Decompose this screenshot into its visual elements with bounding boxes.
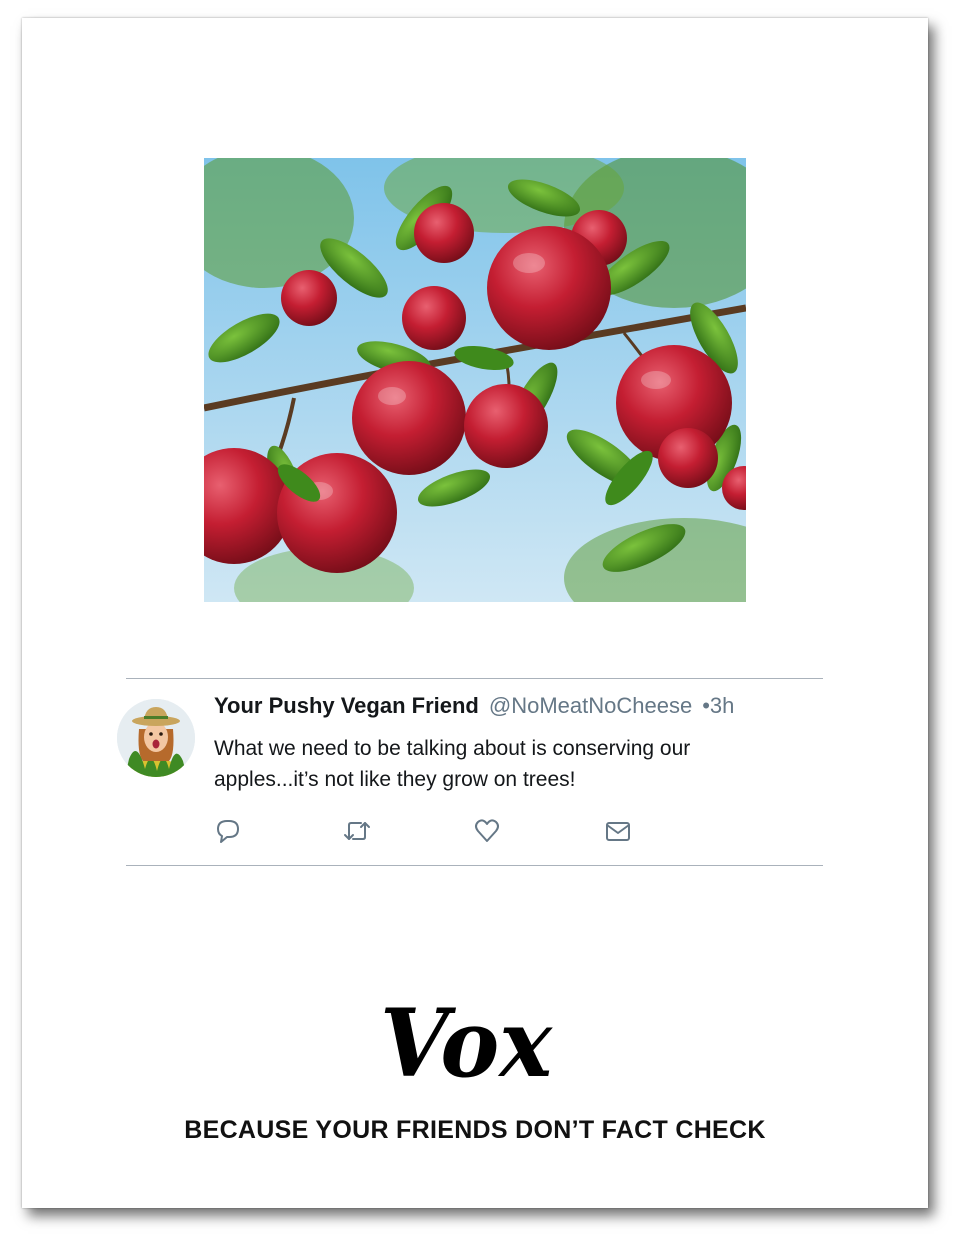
tagline: BECAUSE YOUR FRIENDS DON’T FACT CHECK <box>184 1116 766 1144</box>
avatar[interactable] <box>117 699 195 777</box>
tweet-text: What we need to be talking about is cons… <box>214 733 794 795</box>
user-handle[interactable]: @NoMeatNoCheese <box>489 693 692 718</box>
message-icon[interactable] <box>604 817 634 847</box>
poster: Your Pushy Vegan Friend @NoMeatNoCheese •3… <box>22 18 928 1208</box>
tweet-text-line: What we need to be talking about is cons… <box>214 737 691 760</box>
logo-text: Vox <box>380 992 553 1084</box>
display-name[interactable]: Your Pushy Vegan Friend <box>214 693 479 718</box>
tweet-timestamp[interactable]: •3h <box>702 693 734 718</box>
tweet-header: Your Pushy Vegan Friend @NoMeatNoCheese •3… <box>214 693 734 719</box>
vox-logo: Vox <box>380 989 556 1099</box>
apple-tree-photo <box>204 158 746 602</box>
retweet-icon[interactable] <box>342 817 372 847</box>
tweet-actions <box>214 817 654 849</box>
like-icon[interactable] <box>473 817 503 847</box>
reply-icon[interactable] <box>214 817 244 847</box>
tweet-text-line: apples...it’s not like they grow on tree… <box>214 768 576 791</box>
tweet-card: Your Pushy Vegan Friend @NoMeatNoCheese •3… <box>117 678 823 866</box>
